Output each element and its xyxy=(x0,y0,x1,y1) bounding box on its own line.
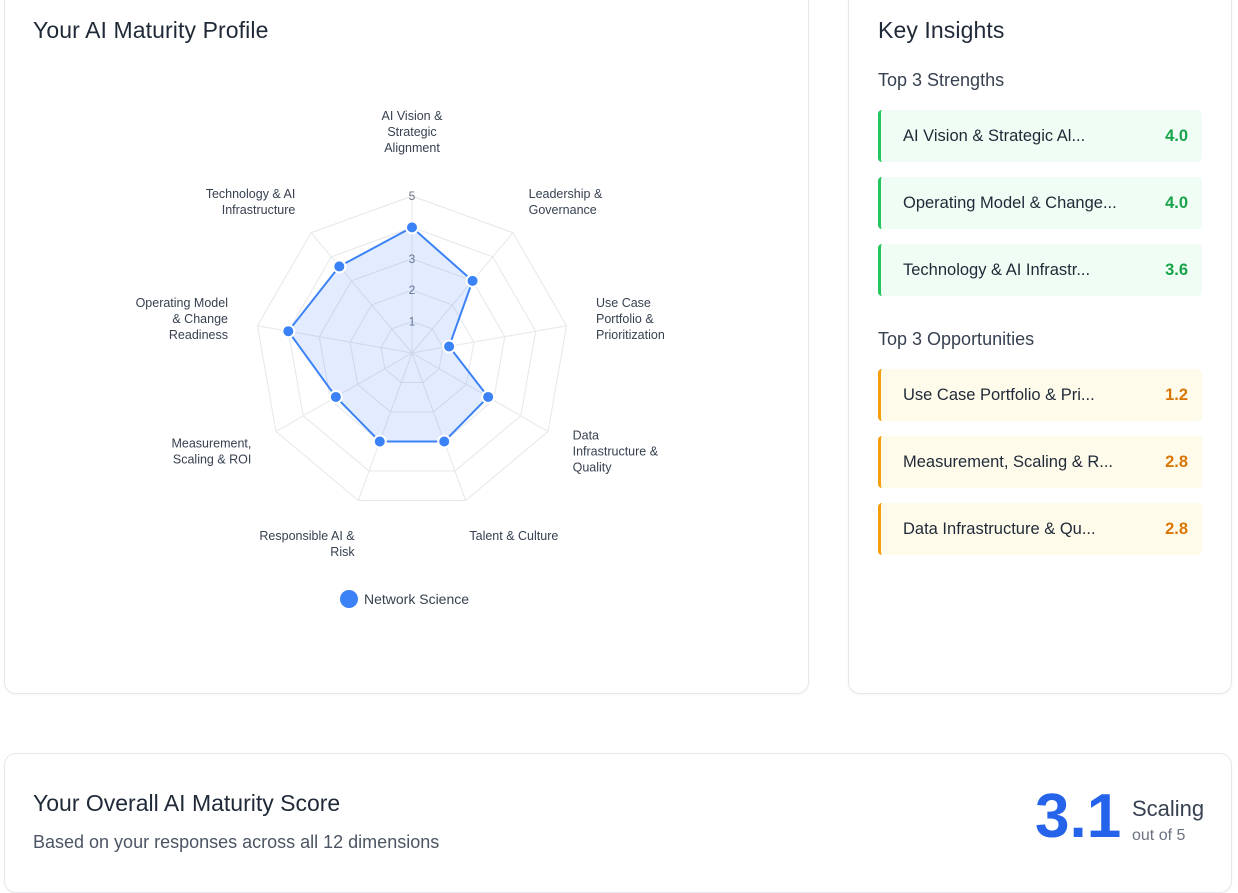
radar-tick-label: 5 xyxy=(409,189,416,203)
radar-axis-label: Use Case Portfolio & Prioritization xyxy=(596,296,665,342)
overall-score-card: Your Overall AI Maturity Score Based on … xyxy=(4,753,1232,893)
maturity-stage: Scaling xyxy=(1132,796,1205,821)
radar-axis-label: Responsible AI & Risk xyxy=(259,529,355,559)
strength-name: Technology & AI Infrastr... xyxy=(903,260,1091,279)
overall-score-title: Your Overall AI Maturity Score xyxy=(33,790,341,816)
opportunity-name: Measurement, Scaling & R... xyxy=(903,452,1114,471)
radar-data-point xyxy=(405,220,419,235)
opportunity-score: 1.2 xyxy=(1165,385,1188,404)
overall-score-value: 3.1 xyxy=(1035,782,1122,851)
maturity-profile-card: Your AI Maturity Profile 1235AI Vision &… xyxy=(4,0,809,694)
strength-name: AI Vision & Strategic Al... xyxy=(903,126,1086,145)
opportunity-name: Data Infrastructure & Qu... xyxy=(903,519,1096,538)
strength-score: 4.0 xyxy=(1165,193,1188,212)
radar-axis-label: Measurement, Scaling & ROI xyxy=(171,437,251,467)
overall-score-subtitle: Based on your responses across all 12 di… xyxy=(33,832,440,852)
insights-title: Key Insights xyxy=(878,17,1005,43)
radar-data-point xyxy=(328,389,343,404)
strength-item: Operating Model & Change... 4.0 xyxy=(878,177,1202,229)
radar-data-point xyxy=(442,339,457,354)
strength-score: 4.0 xyxy=(1165,126,1188,145)
radar-axis-label: Technology & AI Infrastructure xyxy=(206,187,296,217)
radar-data-point xyxy=(481,389,496,404)
key-insights-card: Key Insights Top 3 Strengths AI Vision &… xyxy=(848,0,1232,694)
opportunities-heading: Top 3 Opportunities xyxy=(878,329,1035,349)
strength-item: AI Vision & Strategic Al... 4.0 xyxy=(878,110,1202,162)
radar-axis-label: Leadership & Governance xyxy=(529,187,603,217)
opportunity-item: Data Infrastructure & Qu... 2.8 xyxy=(878,503,1202,555)
radar-axis-label: Data Infrastructure & Quality xyxy=(573,429,659,475)
opportunity-item: Measurement, Scaling & R... 2.8 xyxy=(878,436,1202,488)
radar-data-point xyxy=(332,259,347,274)
radar-data-point xyxy=(281,324,296,339)
legend-marker xyxy=(340,590,358,608)
opportunity-name: Use Case Portfolio & Pri... xyxy=(903,385,1095,404)
radar-chart: 1235AI Vision &StrategicAlignmentLeaders… xyxy=(136,109,665,608)
strength-item: Technology & AI Infrastr... 3.6 xyxy=(878,244,1202,296)
radar-data-point xyxy=(465,273,480,288)
opportunity-item: Use Case Portfolio & Pri... 1.2 xyxy=(878,369,1202,421)
radar-data-area xyxy=(287,226,490,443)
strength-name: Operating Model & Change... xyxy=(903,193,1117,212)
opportunity-score: 2.8 xyxy=(1165,519,1188,538)
strength-score: 3.6 xyxy=(1165,260,1188,279)
legend-label: Network Science xyxy=(364,591,469,607)
radar-axis-label: Operating Model & Change Readiness xyxy=(136,296,228,342)
radar-data-point xyxy=(372,434,387,449)
radar-axis-label: Talent & Culture xyxy=(469,529,558,543)
strengths-heading: Top 3 Strengths xyxy=(878,70,1005,90)
score-scale: out of 5 xyxy=(1132,827,1186,844)
opportunity-score: 2.8 xyxy=(1165,452,1188,471)
radar-axis-label: AI Vision & Strategic Alignment xyxy=(382,109,444,155)
radar-data-point xyxy=(437,434,452,449)
